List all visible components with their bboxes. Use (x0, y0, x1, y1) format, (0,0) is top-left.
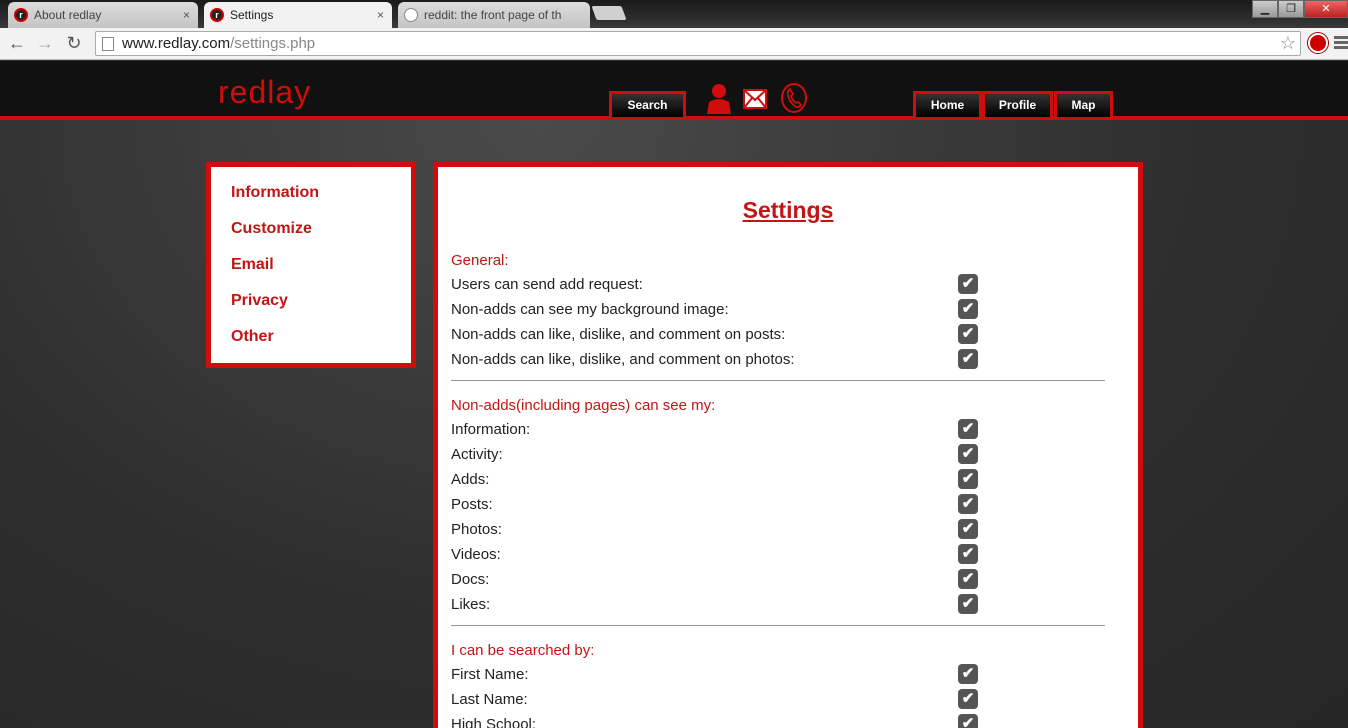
tab-close-icon[interactable]: × (183, 8, 190, 22)
tab-about-redlay[interactable]: r About redlay × (8, 2, 198, 28)
section-divider (451, 625, 1105, 626)
tab-title: reddit: the front page of th (424, 8, 562, 22)
setting-checkbox[interactable]: ✔ (958, 594, 978, 614)
reload-button[interactable]: ↻ (62, 32, 86, 56)
setting-checkbox[interactable]: ✔ (958, 444, 978, 464)
page-title: Settings (742, 197, 834, 223)
setting-checkbox[interactable]: ✔ (958, 714, 978, 728)
forward-button[interactable]: → (33, 32, 57, 56)
setting-checkbox[interactable]: ✔ (958, 689, 978, 709)
browser-toolbar: ← → ↻ www.redlay.com/settings.php ☆ (0, 28, 1348, 60)
setting-label: Last Name: (451, 691, 528, 708)
setting-checkbox[interactable]: ✔ (958, 569, 978, 589)
window-controls: ▁ ❐ ✕ (1252, 0, 1348, 18)
setting-checkbox[interactable]: ✔ (958, 494, 978, 514)
settings-panel: Settings General: Users can send add req… (433, 162, 1143, 728)
map-button[interactable]: Map (1054, 91, 1113, 117)
back-button[interactable]: ← (5, 32, 29, 56)
tab-title: About redlay (34, 8, 102, 22)
close-window-button[interactable]: ✕ (1304, 0, 1348, 18)
setting-label: Information: (451, 421, 531, 438)
setting-label: Users can send add request: (451, 276, 643, 293)
mail-icon[interactable] (743, 88, 767, 110)
tab-reddit[interactable]: reddit: the front page of th (398, 2, 590, 28)
person-icon[interactable] (706, 82, 732, 114)
sidebar-item-email[interactable]: Email (231, 256, 274, 274)
maximize-button[interactable]: ❐ (1278, 0, 1304, 18)
setting-label: Non-adds can see my background image: (451, 301, 729, 318)
sidebar-item-information[interactable]: Information (231, 184, 319, 202)
setting-checkbox[interactable]: ✔ (958, 349, 978, 369)
settings-sidebar: Information Customize Email Privacy Othe… (206, 162, 416, 368)
redlay-favicon-icon: r (14, 8, 28, 22)
setting-label: Non-adds can like, dislike, and comment … (451, 326, 786, 343)
setting-label: Activity: (451, 446, 503, 463)
setting-label: First Name: (451, 666, 529, 683)
tab-settings[interactable]: r Settings × (204, 2, 392, 28)
section-divider (451, 380, 1105, 381)
site-logo[interactable]: redlay (218, 74, 311, 111)
url-path: /settings.php (230, 35, 316, 52)
extension-icon[interactable] (1308, 33, 1328, 53)
setting-label: Videos: (451, 546, 501, 563)
search-button[interactable]: Search (609, 91, 686, 117)
setting-checkbox[interactable]: ✔ (958, 544, 978, 564)
profile-button[interactable]: Profile (982, 91, 1053, 117)
setting-checkbox[interactable]: ✔ (958, 519, 978, 539)
section-heading-search: I can be searched by: (451, 642, 595, 659)
setting-label: Likes: (451, 596, 491, 613)
setting-label: Posts: (451, 496, 493, 513)
url-host: www.redlay.com (122, 35, 231, 52)
phone-icon[interactable] (780, 82, 808, 114)
redlay-favicon-icon: r (210, 8, 224, 22)
setting-checkbox[interactable]: ✔ (958, 299, 978, 319)
setting-label: Adds: (451, 471, 490, 488)
bookmark-star-icon[interactable]: ☆ (1280, 33, 1296, 54)
setting-checkbox[interactable]: ✔ (958, 419, 978, 439)
setting-label: High School: (451, 716, 537, 728)
setting-label: Docs: (451, 571, 490, 588)
section-heading-general: General: (451, 252, 509, 269)
address-bar[interactable]: www.redlay.com/settings.php ☆ (95, 31, 1301, 56)
tab-title: Settings (230, 8, 274, 22)
setting-checkbox[interactable]: ✔ (958, 664, 978, 684)
section-heading-visibility: Non-adds(including pages) can see my: (451, 397, 716, 414)
setting-label: Non-adds can like, dislike, and comment … (451, 351, 795, 368)
tab-close-icon[interactable]: × (377, 8, 384, 22)
reddit-alien-icon (404, 8, 418, 22)
browser-tab-bar: r About redlay × r Settings × reddit: th… (0, 0, 1348, 28)
minimize-button[interactable]: ▁ (1252, 0, 1278, 18)
sidebar-item-other[interactable]: Other (231, 328, 274, 346)
page-icon (102, 36, 114, 51)
setting-checkbox[interactable]: ✔ (958, 274, 978, 294)
setting-label: Photos: (451, 521, 502, 538)
home-button[interactable]: Home (913, 91, 982, 117)
sidebar-item-customize[interactable]: Customize (231, 220, 312, 238)
browser-menu-icon[interactable] (1334, 36, 1348, 51)
setting-checkbox[interactable]: ✔ (958, 469, 978, 489)
sidebar-item-privacy[interactable]: Privacy (231, 292, 288, 310)
setting-checkbox[interactable]: ✔ (958, 324, 978, 344)
new-tab-button[interactable] (591, 6, 627, 20)
